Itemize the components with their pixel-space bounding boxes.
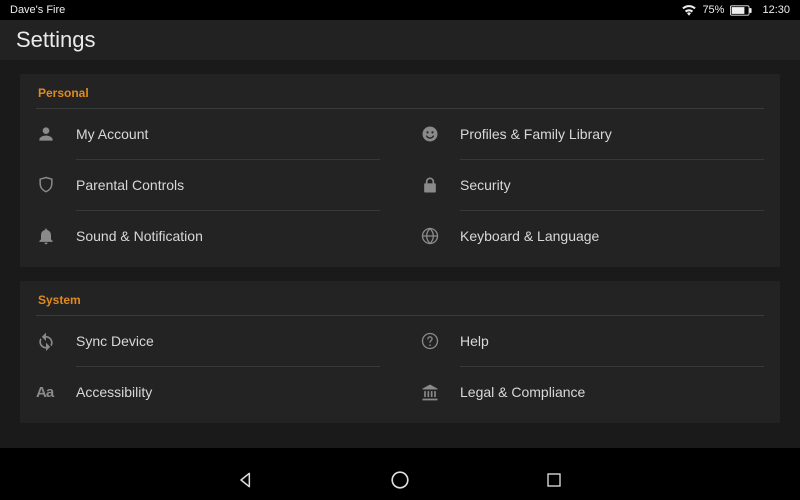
item-label: Legal & Compliance bbox=[460, 384, 585, 400]
item-label: My Account bbox=[76, 126, 148, 142]
item-label: Accessibility bbox=[76, 384, 152, 400]
wifi-icon bbox=[682, 5, 696, 16]
section-title-system: System bbox=[38, 291, 764, 315]
item-security[interactable]: Security bbox=[420, 160, 764, 210]
person-icon bbox=[36, 124, 76, 144]
globe-icon bbox=[420, 226, 460, 246]
item-sound-notification[interactable]: Sound & Notification bbox=[36, 211, 380, 261]
lock-icon bbox=[420, 175, 460, 195]
settings-header: Settings bbox=[0, 20, 800, 60]
item-label: Security bbox=[460, 177, 511, 193]
item-label: Profiles & Family Library bbox=[460, 126, 612, 142]
device-name-label: Dave's Fire bbox=[10, 4, 65, 16]
item-my-account[interactable]: My Account bbox=[36, 109, 380, 159]
item-keyboard-language[interactable]: Keyboard & Language bbox=[420, 211, 764, 261]
item-label: Parental Controls bbox=[76, 177, 184, 193]
item-help[interactable]: Help bbox=[420, 316, 764, 366]
item-parental-controls[interactable]: Parental Controls bbox=[36, 160, 380, 210]
bell-icon bbox=[36, 226, 76, 246]
shield-icon bbox=[36, 175, 76, 195]
item-sync-device[interactable]: Sync Device bbox=[36, 316, 380, 366]
item-label: Keyboard & Language bbox=[460, 228, 599, 244]
item-accessibility[interactable]: Aa Accessibility bbox=[36, 367, 380, 417]
item-label: Sound & Notification bbox=[76, 228, 203, 244]
status-bar: Dave's Fire 75% 12:30 bbox=[0, 0, 800, 20]
battery-icon bbox=[730, 5, 752, 16]
nav-home-button[interactable] bbox=[383, 463, 417, 497]
section-personal: Personal My Account Parenta bbox=[20, 74, 780, 267]
item-label: Help bbox=[460, 333, 489, 349]
settings-content: Personal My Account Parenta bbox=[0, 60, 800, 448]
sync-icon bbox=[36, 331, 76, 351]
item-label: Sync Device bbox=[76, 333, 154, 349]
clock-label: 12:30 bbox=[762, 4, 790, 16]
nav-back-button[interactable] bbox=[229, 463, 263, 497]
aa-icon: Aa bbox=[36, 384, 76, 401]
nav-recent-button[interactable] bbox=[537, 463, 571, 497]
page-title: Settings bbox=[16, 27, 96, 53]
face-icon bbox=[420, 124, 460, 144]
section-system: System Sync Device Aa Accessibility bbox=[20, 281, 780, 423]
item-legal-compliance[interactable]: Legal & Compliance bbox=[420, 367, 764, 417]
section-title-personal: Personal bbox=[38, 84, 764, 108]
institution-icon bbox=[420, 382, 460, 402]
help-icon bbox=[420, 331, 460, 351]
android-nav-bar bbox=[0, 458, 800, 500]
battery-percent-label: 75% bbox=[702, 4, 724, 16]
item-profiles-family[interactable]: Profiles & Family Library bbox=[420, 109, 764, 159]
